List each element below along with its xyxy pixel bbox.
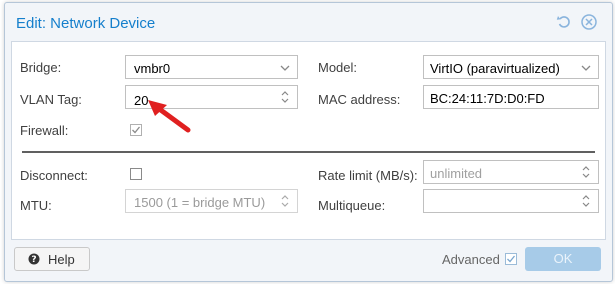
chevron-down-icon[interactable] [279,62,291,74]
dialog-titlebar: Edit: Network Device [5,3,612,41]
svg-text:?: ? [31,255,36,265]
help-button[interactable]: ? Help [14,247,90,271]
annotation-arrow-icon [148,100,191,133]
mtu-value: 1500 (1 = bridge MTU) [134,195,266,210]
advanced-checkbox[interactable] [505,253,517,265]
advanced-label: Advanced [442,252,500,267]
mac-address-input[interactable]: BC:24:11:7D:D0:FD [423,85,599,109]
checkmark-icon [507,255,516,263]
ok-button[interactable]: OK [525,247,601,271]
dialog-title: Edit: Network Device [16,15,156,32]
rate-limit-placeholder: unlimited [430,166,483,181]
rate-limit-label: Rate limit (MB/s): [318,168,418,183]
help-icon: ? [28,253,40,265]
spinner-icon[interactable] [580,165,592,179]
multiqueue-label: Multiqueue: [318,198,386,213]
firewall-label: Firewall: [20,123,69,138]
model-value: VirtIO (paravirtualized) [430,61,560,76]
bridge-value: vmbr0 [134,61,171,76]
vlan-tag-label: VLAN Tag: [20,92,82,107]
model-select[interactable]: VirtIO (paravirtualized) [423,55,599,79]
mac-address-value: BC:24:11:7D:D0:FD [430,91,545,106]
spinner-icon[interactable] [279,90,291,104]
bridge-label: Bridge: [20,60,62,75]
close-icon[interactable] [580,13,598,31]
help-label: Help [48,252,75,267]
network-device-dialog: Edit: Network Device Bridge: vmbr0 VLAN … [4,2,613,282]
bridge-select[interactable]: vmbr0 [125,55,298,79]
reset-icon[interactable] [555,13,573,31]
disconnect-label: Disconnect: [20,168,88,183]
rate-limit-input[interactable]: unlimited [423,160,599,184]
mac-address-label: MAC address: [318,92,401,107]
disconnect-checkbox[interactable] [130,168,142,180]
multiqueue-input[interactable] [423,189,599,213]
form-panel: Bridge: vmbr0 VLAN Tag: 20 Firewall: Mod… [11,41,606,240]
chevron-down-icon[interactable] [580,62,592,74]
spinner-icon[interactable] [279,194,291,208]
advanced-separator [22,151,595,153]
mtu-input[interactable]: 1500 (1 = bridge MTU) [125,189,298,213]
spinner-icon[interactable] [580,194,592,208]
mtu-label: MTU: [20,198,52,213]
model-label: Model: [318,60,358,75]
